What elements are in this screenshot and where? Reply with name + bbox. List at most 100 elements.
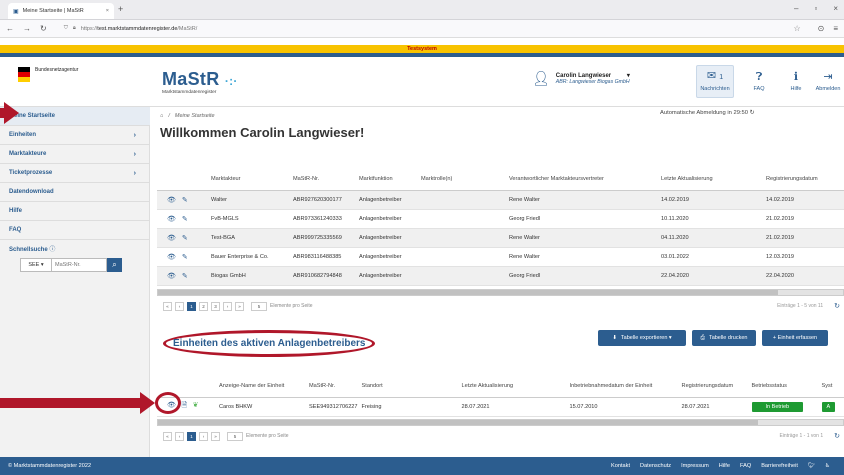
- eye-icon[interactable]: 👁︎: [167, 216, 176, 223]
- sidebar-item-datendownload[interactable]: Datendownload: [0, 183, 150, 202]
- column-header[interactable]: Betriebsstatus: [747, 375, 818, 398]
- forward-icon[interactable]: →: [23, 24, 31, 33]
- first-page-button[interactable]: «: [163, 431, 172, 441]
- column-header[interactable]: Registrierungsdatum: [762, 168, 844, 191]
- last-page-button[interactable]: »: [235, 301, 244, 311]
- refresh-icon[interactable]: ↻: [834, 302, 840, 310]
- next-page-button[interactable]: ›: [223, 301, 232, 311]
- add-unit-button[interactable]: + Einheit erfassen: [762, 330, 828, 346]
- page-3-button[interactable]: 3: [211, 301, 220, 311]
- new-tab-button[interactable]: +: [118, 4, 123, 14]
- column-header[interactable]: MaStR-Nr.: [289, 168, 355, 191]
- table-cell: 10.11.2020: [657, 209, 762, 229]
- eye-icon[interactable]: 👁︎: [167, 197, 176, 204]
- pencil-icon[interactable]: ✎: [182, 197, 188, 204]
- bookmark-star-icon[interactable]: ☆: [793, 24, 800, 33]
- refresh-icon[interactable]: ↻: [834, 432, 840, 440]
- reload-icon[interactable]: ↻: [40, 24, 47, 33]
- last-page-button[interactable]: »: [211, 431, 220, 441]
- table-row[interactable]: 👁︎ ✎ FvB-MGLS ABR973361240333 Anlagenbetreib…: [157, 209, 844, 229]
- search-icon[interactable]: ⌕: [107, 258, 122, 272]
- first-page-button[interactable]: «: [163, 301, 172, 311]
- column-header[interactable]: Inbetriebnahmedatum der Einheit: [565, 375, 678, 398]
- table-cell: 28.07.2021: [677, 397, 748, 417]
- bundesnetzagentur-logo[interactable]: Bundesnetzagentur: [18, 67, 78, 82]
- footer-link-impressum[interactable]: Impressum: [681, 463, 709, 469]
- table-cell: Test-BGA: [207, 228, 289, 248]
- page-size-select[interactable]: 5: [251, 301, 267, 311]
- back-icon[interactable]: ←: [6, 24, 14, 33]
- column-header[interactable]: MaStR-Nr.: [305, 375, 358, 398]
- page-1-button[interactable]: 1: [187, 431, 196, 441]
- column-header[interactable]: Marktrolle(n): [417, 168, 505, 191]
- document-icon[interactable]: 🗎︎: [181, 402, 187, 409]
- column-header[interactable]: Letzte Aktualisierung: [657, 168, 762, 191]
- messages-button[interactable]: ✉ 1 Nachrichten: [696, 65, 734, 98]
- quick-search-type-select[interactable]: SEE ▾: [20, 258, 52, 272]
- table-row[interactable]: 👁︎ 🗎︎ ❦ Caros BHKW SEE949312706227 Freis…: [157, 397, 844, 417]
- sidebar-item-marktakteure[interactable]: Marktakteure ›: [0, 145, 150, 164]
- twitter-icon[interactable]: 🐦︎: [808, 463, 815, 469]
- sidebar-item-hilfe[interactable]: Hilfe: [0, 202, 150, 221]
- eye-icon[interactable]: 👁︎: [167, 235, 176, 242]
- column-header[interactable]: Anzeige-Name der Einheit: [215, 375, 305, 398]
- next-page-button[interactable]: ›: [199, 431, 208, 441]
- maximize-button[interactable]: ▫: [814, 4, 817, 13]
- column-header[interactable]: Syst: [817, 375, 844, 398]
- quick-search-input[interactable]: [52, 258, 107, 272]
- table-cell: 12.03.2019: [762, 247, 844, 267]
- horizontal-scrollbar[interactable]: [157, 288, 844, 296]
- export-table-button[interactable]: ⬇ Tabelle exportieren ▾: [598, 330, 686, 346]
- table-row[interactable]: 👁︎ ✎ Bauer Enterprise & Co. ABR983116488385…: [157, 247, 844, 267]
- faq-button[interactable]: ❓︎ FAQ: [740, 65, 778, 98]
- logout-button[interactable]: ⇥ Abmelden: [813, 65, 843, 98]
- pencil-icon[interactable]: ✎: [182, 216, 188, 223]
- page-2-button[interactable]: 2: [199, 301, 208, 311]
- sidebar-item-ticketprozesse[interactable]: Ticketprozesse ›: [0, 164, 150, 183]
- help-button[interactable]: ℹ Hilfe: [777, 65, 815, 98]
- footer-link-faq[interactable]: FAQ: [740, 463, 751, 469]
- prev-page-button[interactable]: ‹: [175, 301, 184, 311]
- horizontal-scrollbar[interactable]: [157, 418, 844, 426]
- pencil-icon[interactable]: ✎: [182, 273, 188, 280]
- accessibility-icon[interactable]: ♿︎: [825, 463, 830, 469]
- extensions-icon[interactable]: ⊙: [818, 24, 825, 33]
- footer-link-barrierefreiheit[interactable]: Barrierefreiheit: [761, 463, 798, 469]
- refresh-icon[interactable]: ↻: [750, 110, 755, 116]
- close-window-button[interactable]: ×: [833, 4, 838, 13]
- minimize-button[interactable]: –: [794, 4, 798, 13]
- prev-page-button[interactable]: ‹: [175, 431, 184, 441]
- footer-link-kontakt[interactable]: Kontakt: [611, 463, 630, 469]
- column-header[interactable]: Marktakteur: [207, 168, 289, 191]
- home-icon[interactable]: ⌂: [160, 113, 163, 119]
- pencil-icon[interactable]: ✎: [182, 254, 188, 261]
- footer-link-hilfe[interactable]: Hilfe: [719, 463, 730, 469]
- table-row[interactable]: 👁︎ ✎ Walter ABR927620300177 Anlagenbetreiber…: [157, 190, 844, 210]
- column-header[interactable]: Letzte Aktualisierung: [457, 375, 566, 398]
- sidebar-item-faq[interactable]: FAQ: [0, 221, 150, 240]
- menu-icon[interactable]: ≡: [833, 24, 838, 33]
- table-cell: [417, 247, 505, 267]
- mastr-logo[interactable]: MaStR ·:· Marktstammdatenregister: [162, 69, 238, 95]
- user-menu[interactable]: 👤︎ Carolin Langwieser ▾ ABR: Langwieser …: [532, 70, 630, 87]
- table-row[interactable]: 👁︎ ✎ Biogas GmbH ABR910682794848 Anlagenbetr…: [157, 266, 844, 286]
- eye-icon[interactable]: 👁︎: [167, 254, 176, 261]
- browser-tab[interactable]: ▣ Meine Startseite | MaStR ×: [8, 3, 114, 19]
- table-row[interactable]: 👁︎ ✎ Test-BGA ABR999725335569 Anlagenbetreib…: [157, 228, 844, 248]
- print-table-button[interactable]: ⎙ Tabelle drucken: [692, 330, 756, 346]
- help-circle-icon[interactable]: ⓘ: [49, 247, 55, 253]
- pencil-icon[interactable]: ✎: [182, 235, 188, 242]
- sidebar-item-startseite[interactable]: Meine Startseite: [0, 107, 150, 126]
- sidebar-item-einheiten[interactable]: Einheiten ›: [0, 126, 150, 145]
- url-bar[interactable]: ⛉ 🔒︎ https://test.marktstammdatenregiste…: [56, 22, 809, 36]
- column-header[interactable]: Verantwortlicher Marktakteursvertreter: [505, 168, 657, 191]
- page-size-select[interactable]: 5: [227, 431, 243, 441]
- table-cell: Georg Friedl: [505, 266, 657, 286]
- footer-link-datenschutz[interactable]: Datenschutz: [640, 463, 671, 469]
- column-header[interactable]: Registrierungsdatum: [677, 375, 748, 398]
- column-header[interactable]: Marktfunktion: [355, 168, 417, 191]
- page-1-button[interactable]: 1: [187, 301, 196, 311]
- eye-icon[interactable]: 👁︎: [167, 273, 176, 280]
- tab-close-icon[interactable]: ×: [106, 8, 109, 14]
- column-header[interactable]: Standort: [357, 375, 458, 398]
